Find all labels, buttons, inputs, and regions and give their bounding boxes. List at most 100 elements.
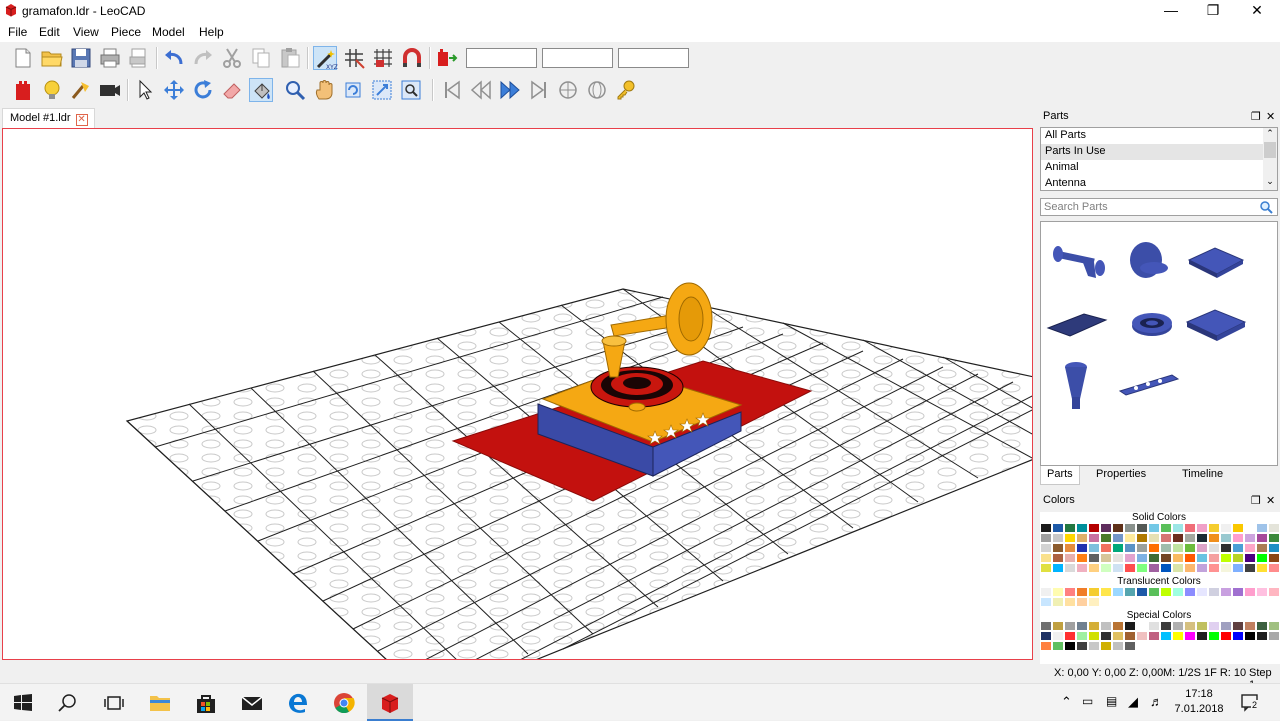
color-swatch[interactable] — [1256, 533, 1268, 543]
color-swatch[interactable] — [1220, 621, 1232, 631]
file-explorer-taskbar-button[interactable] — [137, 684, 183, 721]
color-swatch[interactable] — [1220, 587, 1232, 597]
color-swatch[interactable] — [1088, 563, 1100, 573]
color-swatch[interactable] — [1160, 587, 1172, 597]
color-swatch[interactable] — [1112, 641, 1124, 651]
color-swatch[interactable] — [1064, 563, 1076, 573]
category-item[interactable]: Parts In Use — [1041, 144, 1265, 160]
color-swatch[interactable] — [1064, 523, 1076, 533]
color-swatch[interactable] — [1076, 523, 1088, 533]
zoom-tool-button[interactable] — [283, 78, 307, 102]
unlock-button[interactable] — [614, 78, 638, 102]
cut-button[interactable] — [220, 46, 244, 70]
part-thumbnail[interactable] — [1181, 230, 1251, 286]
color-swatch[interactable] — [1160, 553, 1172, 563]
color-swatch[interactable] — [1136, 587, 1148, 597]
color-swatch[interactable] — [1064, 597, 1076, 607]
color-swatch[interactable] — [1196, 587, 1208, 597]
color-swatch[interactable] — [1124, 563, 1136, 573]
color-swatch[interactable] — [1160, 631, 1172, 641]
color-swatch[interactable] — [1100, 563, 1112, 573]
maximize-button[interactable]: ❐ — [1191, 0, 1235, 22]
new-file-button[interactable] — [11, 46, 35, 70]
color-swatch[interactable] — [1148, 587, 1160, 597]
start-button[interactable] — [0, 684, 46, 721]
color-swatch[interactable] — [1052, 543, 1064, 553]
color-swatch[interactable] — [1100, 523, 1112, 533]
minimize-button[interactable]: — — [1149, 0, 1193, 22]
color-swatch[interactable] — [1076, 533, 1088, 543]
color-swatch[interactable] — [1220, 553, 1232, 563]
network-icon[interactable]: ▤ — [1106, 694, 1117, 708]
category-item[interactable]: Antenna — [1041, 176, 1265, 192]
color-swatch[interactable] — [1148, 553, 1160, 563]
color-swatch[interactable] — [1052, 621, 1064, 631]
color-swatch[interactable] — [1136, 621, 1148, 631]
menu-model[interactable]: Model — [152, 25, 185, 39]
close-panel-icon[interactable]: ✕ — [1266, 494, 1275, 507]
transform-z-field[interactable] — [618, 48, 689, 68]
battery-icon[interactable]: ▭ — [1082, 694, 1093, 708]
color-swatch[interactable] — [1064, 553, 1076, 563]
color-swatch[interactable] — [1160, 621, 1172, 631]
color-swatch[interactable] — [1160, 543, 1172, 553]
color-swatch[interactable] — [1040, 563, 1052, 573]
rotate-view-right-button[interactable] — [585, 78, 609, 102]
color-swatch[interactable] — [1256, 631, 1268, 641]
color-swatch[interactable] — [1076, 563, 1088, 573]
menu-piece[interactable]: Piece — [111, 25, 141, 39]
color-swatch[interactable] — [1148, 563, 1160, 573]
color-swatch[interactable] — [1076, 553, 1088, 563]
color-swatch[interactable] — [1220, 523, 1232, 533]
color-swatch[interactable] — [1136, 523, 1148, 533]
wifi-icon[interactable]: ◢ — [1128, 694, 1138, 710]
last-step-button[interactable] — [527, 78, 551, 102]
volume-icon[interactable]: ♬ — [1150, 694, 1163, 709]
menu-help[interactable]: Help — [199, 25, 224, 39]
move-tool-button[interactable] — [162, 78, 186, 102]
color-swatch[interactable] — [1112, 533, 1124, 543]
color-swatch[interactable] — [1196, 553, 1208, 563]
color-swatch[interactable] — [1196, 631, 1208, 641]
color-swatch[interactable] — [1148, 543, 1160, 553]
zoom-extents-button[interactable] — [399, 78, 423, 102]
color-swatch[interactable] — [1268, 587, 1280, 597]
float-panel-icon[interactable]: ❐ — [1251, 494, 1261, 507]
part-thumbnail[interactable] — [1044, 357, 1114, 413]
color-swatch[interactable] — [1076, 597, 1088, 607]
color-swatch[interactable] — [1076, 543, 1088, 553]
color-swatch[interactable] — [1088, 523, 1100, 533]
color-swatch[interactable] — [1148, 621, 1160, 631]
part-thumbnail[interactable] — [1181, 294, 1251, 350]
close-window-button[interactable]: ✕ — [1235, 0, 1279, 22]
search-icon[interactable] — [1259, 200, 1273, 214]
color-swatch[interactable] — [1172, 563, 1184, 573]
leocad-taskbar-button[interactable] — [367, 684, 413, 721]
color-swatch[interactable] — [1232, 543, 1244, 553]
color-swatch[interactable] — [1052, 641, 1064, 651]
store-taskbar-button[interactable] — [183, 684, 229, 721]
color-swatch[interactable] — [1232, 631, 1244, 641]
color-swatch[interactable] — [1196, 533, 1208, 543]
part-thumbnail[interactable] — [1114, 357, 1184, 413]
angle-snap-button[interactable] — [400, 46, 424, 70]
paste-button[interactable] — [278, 46, 302, 70]
brick-tool-button[interactable] — [11, 78, 35, 102]
color-swatch[interactable] — [1100, 641, 1112, 651]
color-swatch[interactable] — [1088, 587, 1100, 597]
color-swatch[interactable] — [1256, 523, 1268, 533]
select-tool-button[interactable] — [133, 78, 157, 102]
pan-tool-button[interactable] — [312, 78, 336, 102]
color-swatch[interactable] — [1040, 597, 1052, 607]
color-swatch[interactable] — [1052, 631, 1064, 641]
color-swatch[interactable] — [1208, 553, 1220, 563]
menu-view[interactable]: View — [73, 25, 99, 39]
undo-button[interactable] — [162, 46, 186, 70]
color-swatch[interactable] — [1100, 553, 1112, 563]
color-swatch[interactable] — [1100, 543, 1112, 553]
color-swatch[interactable] — [1208, 621, 1220, 631]
color-swatch[interactable] — [1124, 587, 1136, 597]
search-button[interactable] — [45, 684, 91, 721]
color-swatch[interactable] — [1064, 587, 1076, 597]
color-swatch[interactable] — [1232, 563, 1244, 573]
